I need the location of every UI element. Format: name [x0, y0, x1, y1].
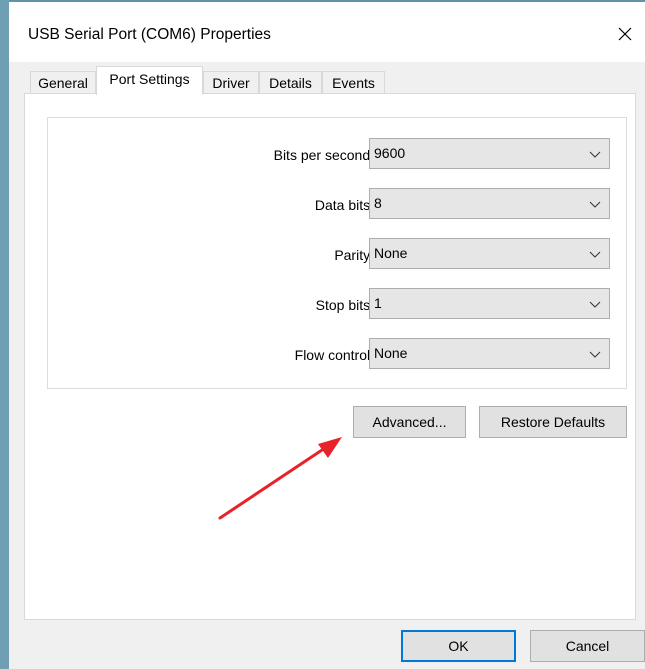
tab-general[interactable]: General [30, 71, 96, 94]
tab-events[interactable]: Events [322, 71, 385, 94]
ok-button[interactable]: OK [401, 630, 516, 662]
tab-details[interactable]: Details [259, 71, 322, 94]
data-bits-label: Data bits: [314, 197, 374, 213]
settings-group: Bits per second: 9600 Data bits: 8 Parit… [47, 117, 627, 389]
chevron-down-icon [589, 251, 601, 258]
stop-bits-select[interactable]: 1 [369, 288, 610, 319]
tab-label: Driver [212, 75, 250, 91]
select-value: None [374, 245, 408, 261]
annotation-arrow [218, 437, 342, 520]
chevron-down-icon [589, 301, 601, 308]
close-icon [618, 27, 632, 41]
chevron-down-icon [589, 351, 601, 358]
select-value: 8 [374, 195, 382, 211]
restore-defaults-button[interactable]: Restore Defaults [479, 406, 627, 438]
tab-label: Details [269, 75, 312, 91]
select-value: None [374, 345, 408, 361]
tab-driver[interactable]: Driver [203, 71, 259, 94]
data-bits-select[interactable]: 8 [369, 188, 610, 219]
flow-control-select[interactable]: None [369, 338, 610, 369]
cancel-button[interactable]: Cancel [530, 630, 645, 662]
close-button[interactable] [605, 16, 645, 52]
port-settings-panel: Bits per second: 9600 Data bits: 8 Parit… [24, 93, 636, 620]
properties-dialog: USB Serial Port (COM6) Properties Genera… [9, 2, 645, 669]
tab-label: Port Settings [109, 71, 190, 87]
select-value: 1 [374, 295, 382, 311]
title-bar[interactable]: USB Serial Port (COM6) Properties [9, 2, 645, 62]
select-value: 9600 [374, 145, 406, 161]
window-frame-left [0, 0, 9, 669]
advanced-button[interactable]: Advanced... [353, 406, 466, 438]
chevron-down-icon [589, 151, 601, 158]
window-title: USB Serial Port (COM6) Properties [28, 26, 271, 43]
bits-per-second-label: Bits per second: [273, 147, 374, 163]
chevron-down-icon [589, 201, 601, 208]
tab-label: General [38, 75, 88, 91]
tab-label: Events [332, 75, 375, 91]
tab-port-settings[interactable]: Port Settings [96, 66, 203, 95]
stop-bits-label: Stop bits: [315, 297, 374, 313]
flow-control-label: Flow control: [294, 347, 374, 363]
parity-select[interactable]: None [369, 238, 610, 269]
bits-per-second-select[interactable]: 9600 [369, 138, 610, 169]
